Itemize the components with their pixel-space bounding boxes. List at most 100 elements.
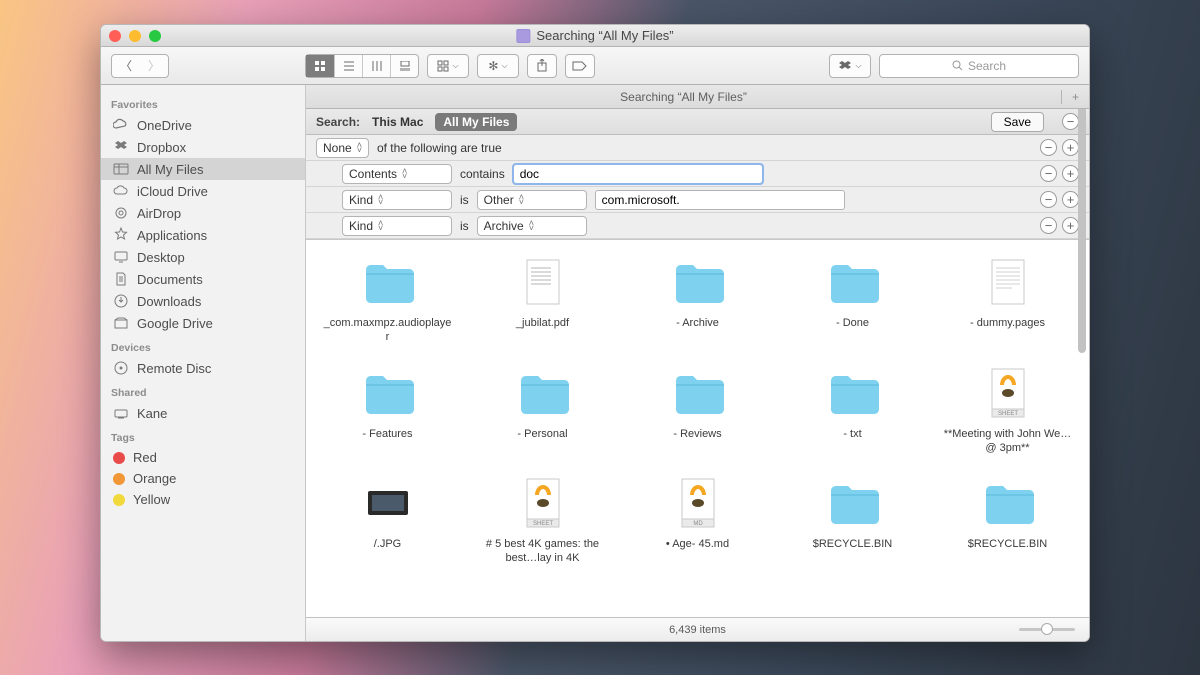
root-text: of the following are true: [377, 141, 502, 155]
file-item[interactable]: - dummy.pages: [934, 254, 1081, 345]
file-label: **Meeting with John We…@ 3pm**: [943, 427, 1073, 456]
share-button[interactable]: [528, 55, 556, 77]
sidebar-item-label: Applications: [137, 228, 207, 243]
icon-size-slider[interactable]: [1019, 628, 1075, 631]
kind-selector[interactable]: Archive˄˅: [477, 216, 587, 236]
sidebar-item-onedrive[interactable]: OneDrive: [101, 114, 305, 136]
remove-row-button[interactable]: −: [1040, 165, 1057, 182]
arrange-button[interactable]: ⌵: [428, 55, 468, 77]
search-placeholder: Search: [968, 59, 1006, 73]
shared-header: Shared: [101, 379, 305, 402]
file-item[interactable]: - txt: [779, 365, 926, 456]
dropbox-segment: ⌵: [829, 54, 871, 78]
sidebar-item-label: Kane: [137, 406, 167, 421]
sidebar-item-remote-disc[interactable]: Remote Disc: [101, 357, 305, 379]
sidebar-item-downloads[interactable]: Downloads: [101, 290, 305, 312]
save-search-button[interactable]: Save: [991, 112, 1044, 132]
tags-button[interactable]: [566, 55, 594, 77]
remove-row-button[interactable]: −: [1040, 217, 1057, 234]
search-scope-bar: Search: This Mac All My Files Save −: [306, 109, 1089, 135]
action-button[interactable]: ✻⌵: [478, 55, 518, 77]
devices-header: Devices: [101, 334, 305, 357]
tag-red[interactable]: Red: [101, 447, 305, 468]
new-tab-button[interactable]: +: [1061, 90, 1089, 104]
minimize-icon[interactable]: [129, 30, 141, 42]
file-item[interactable]: $RECYCLE.BIN: [934, 475, 1081, 566]
results-area: _com.maxmpz.audioplayer _jubilat.pdf - Arc…: [306, 240, 1089, 617]
view-segment: [305, 54, 419, 78]
file-item[interactable]: - Reviews: [624, 365, 771, 456]
sidebar-item-kane[interactable]: Kane: [101, 402, 305, 424]
file-item[interactable]: - Archive: [624, 254, 771, 345]
close-icon[interactable]: [109, 30, 121, 42]
field-selector[interactable]: Kind˄˅: [342, 216, 452, 236]
sidebar-item-desktop[interactable]: Desktop: [101, 246, 305, 268]
tag-dot-icon: [113, 452, 125, 464]
tag-yellow[interactable]: Yellow: [101, 489, 305, 510]
file-item[interactable]: - Personal: [469, 365, 616, 456]
file-label: _com.maxmpz.audioplayer: [323, 316, 453, 345]
file-label: - txt: [843, 427, 861, 441]
file-item[interactable]: MD • Age- 45.md: [624, 475, 771, 566]
tag-label: Yellow: [133, 492, 170, 507]
op-label: is: [460, 219, 469, 233]
svg-text:SHEET: SHEET: [532, 521, 552, 527]
sidebar-item-label: iCloud Drive: [137, 184, 208, 199]
kind-selector[interactable]: Other˄˅: [477, 190, 587, 210]
scope-label: Search:: [316, 115, 360, 129]
coverflow-view-button[interactable]: [390, 55, 418, 77]
file-label: $RECYCLE.BIN: [968, 537, 1047, 551]
list-view-button[interactable]: [334, 55, 362, 77]
criteria-text-input[interactable]: [595, 190, 845, 210]
file-label: • Age- 45.md: [666, 537, 729, 551]
criteria-input[interactable]: [513, 164, 763, 184]
tags-segment: [565, 54, 595, 78]
zoom-icon[interactable]: [149, 30, 161, 42]
titlebar: Searching “All My Files”: [101, 25, 1089, 47]
remove-row-button[interactable]: −: [1040, 139, 1057, 156]
field-selector[interactable]: Contents˄˅: [342, 164, 452, 184]
root-selector[interactable]: None˄˅: [316, 138, 369, 158]
file-label: /.JPG: [374, 537, 402, 551]
search-folder-icon: [516, 29, 530, 43]
criteria-root: None˄˅ of the following are true −+: [306, 135, 1089, 161]
tag-dot-icon: [113, 494, 125, 506]
tab-search[interactable]: Searching “All My Files”: [306, 90, 1061, 104]
tag-orange[interactable]: Orange: [101, 468, 305, 489]
icon-view-button[interactable]: [306, 55, 334, 77]
sidebar-item-google-drive[interactable]: Google Drive: [101, 312, 305, 334]
back-button[interactable]: 〈: [112, 55, 140, 77]
file-label: $RECYCLE.BIN: [813, 537, 892, 551]
file-label: - Done: [836, 316, 869, 330]
toolbar-search[interactable]: Search: [879, 54, 1079, 78]
sidebar-item-icloud-drive[interactable]: iCloud Drive: [101, 180, 305, 202]
sidebar-item-applications[interactable]: Applications: [101, 224, 305, 246]
field-selector[interactable]: Kind˄˅: [342, 190, 452, 210]
file-item[interactable]: _com.maxmpz.audioplayer: [314, 254, 461, 345]
file-label: - Personal: [517, 427, 567, 441]
svg-text:MD: MD: [693, 521, 703, 527]
sidebar-item-label: Google Drive: [137, 316, 213, 331]
file-label: - dummy.pages: [970, 316, 1045, 330]
file-label: - Reviews: [673, 427, 721, 441]
forward-button[interactable]: 〉: [140, 55, 168, 77]
file-item[interactable]: SHEET**Meeting with John We…@ 3pm**: [934, 365, 1081, 456]
sidebar-item-dropbox[interactable]: Dropbox: [101, 136, 305, 158]
file-item[interactable]: SHEET# 5 best 4K games: the best…lay in …: [469, 475, 616, 566]
file-item[interactable]: _jubilat.pdf: [469, 254, 616, 345]
scope-all-files[interactable]: All My Files: [435, 113, 517, 131]
sidebar-item-all-my-files[interactable]: All My Files: [101, 158, 305, 180]
sidebar-item-airdrop[interactable]: AirDrop: [101, 202, 305, 224]
file-item[interactable]: $RECYCLE.BIN: [779, 475, 926, 566]
file-item[interactable]: - Features: [314, 365, 461, 456]
file-label: - Features: [362, 427, 412, 441]
dropbox-button[interactable]: ⌵: [830, 55, 870, 77]
file-item[interactable]: - Done: [779, 254, 926, 345]
remove-row-button[interactable]: −: [1040, 191, 1057, 208]
column-view-button[interactable]: [362, 55, 390, 77]
file-label: - Archive: [676, 316, 719, 330]
scope-this-mac[interactable]: This Mac: [372, 115, 423, 129]
sidebar-item-documents[interactable]: Documents: [101, 268, 305, 290]
file-label: _jubilat.pdf: [516, 316, 569, 330]
file-item[interactable]: /.JPG: [314, 475, 461, 566]
